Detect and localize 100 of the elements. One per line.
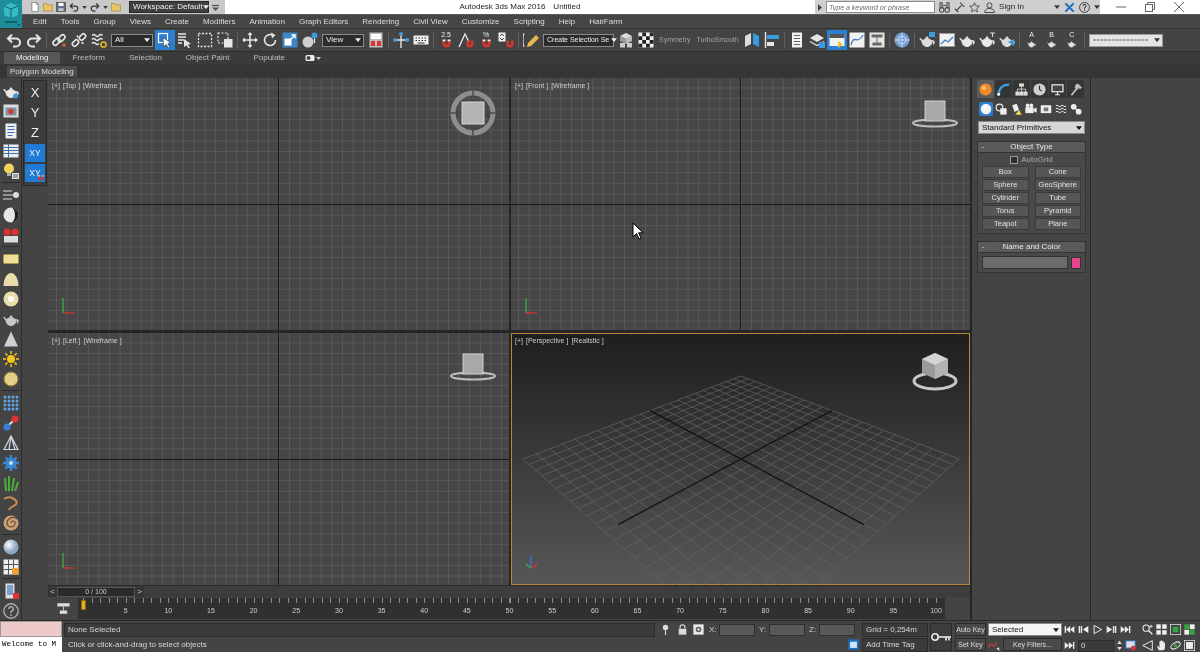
panel-tab[interactable] xyxy=(1013,80,1030,98)
rectangle-icon[interactable] xyxy=(2,251,19,267)
user-icon[interactable] xyxy=(984,1,996,13)
crosshair-icon[interactable] xyxy=(391,30,411,50)
film-camera-icon[interactable] xyxy=(2,227,19,243)
skip-start-icon[interactable] xyxy=(1064,624,1075,635)
molecule-icon[interactable] xyxy=(2,415,19,431)
rollout-header[interactable]: - Name and Color xyxy=(978,242,1085,253)
rollout-header[interactable]: - Object Type xyxy=(978,142,1085,153)
teapot-icon[interactable] xyxy=(976,30,997,50)
moon-icon[interactable] xyxy=(2,207,19,223)
triangle-icon[interactable] xyxy=(1142,640,1153,651)
skip-end-icon[interactable] xyxy=(1120,624,1131,635)
undo-icon[interactable] xyxy=(69,2,79,12)
circle-icon[interactable] xyxy=(2,371,19,387)
chart-window-icon[interactable] xyxy=(936,30,957,50)
dropdown[interactable]: All xyxy=(111,33,153,47)
name-field[interactable] xyxy=(982,256,1068,269)
sun-icon[interactable] xyxy=(2,351,19,367)
panel-title[interactable]: Polygon Modeling xyxy=(7,65,77,77)
menu-item[interactable]: Animation xyxy=(242,16,292,27)
menu-item[interactable]: Views xyxy=(122,16,158,27)
lock-icon[interactable] xyxy=(676,624,688,635)
menu-item[interactable]: Tools xyxy=(53,16,87,27)
panel-tab[interactable] xyxy=(1031,80,1048,98)
fast-forward-icon[interactable] xyxy=(1064,640,1075,651)
previous-frame-button[interactable]: < xyxy=(48,586,57,597)
caret-icon[interactable] xyxy=(1094,5,1100,9)
ribbon-icon[interactable] xyxy=(826,30,847,50)
ring-icon[interactable] xyxy=(2,291,19,307)
key-button[interactable] xyxy=(930,623,952,651)
collapse-toggle[interactable]: - xyxy=(978,142,988,152)
menu-item[interactable]: Scripting xyxy=(506,16,552,27)
gear-icon[interactable] xyxy=(2,455,19,471)
pencil-icon[interactable] xyxy=(521,30,541,50)
window-icon[interactable] xyxy=(1125,640,1136,651)
spiral-icon[interactable] xyxy=(2,515,19,531)
menu-item[interactable]: Graph Editors xyxy=(291,16,356,27)
checkered-squares-icon[interactable] xyxy=(1184,624,1195,635)
spotlight-icon[interactable] xyxy=(1009,102,1023,116)
coordinate-field[interactable] xyxy=(819,623,855,636)
coordinate-field[interactable] xyxy=(719,623,755,636)
panel-tab[interactable] xyxy=(977,80,994,98)
next-frame-button[interactable]: > xyxy=(135,586,144,597)
menu-item[interactable]: HairFarm xyxy=(582,16,630,27)
dropdown[interactable] xyxy=(1088,33,1163,47)
dashed-square-icon[interactable] xyxy=(195,30,215,50)
sphere-pin-icon[interactable] xyxy=(300,30,320,50)
sphere-icon[interactable] xyxy=(2,539,19,555)
resize-icon[interactable] xyxy=(280,30,300,50)
menu-item[interactable]: Group xyxy=(86,16,123,27)
caret-icon[interactable] xyxy=(212,3,219,11)
redo-icon[interactable] xyxy=(90,2,100,12)
cursor-icon[interactable] xyxy=(155,30,175,50)
view-cube-icon[interactable] xyxy=(912,351,958,391)
sign-in-link[interactable]: Sign In xyxy=(999,2,1024,12)
view-cube-icon[interactable] xyxy=(450,90,496,136)
teapot-icon[interactable] xyxy=(916,30,937,50)
window-icon[interactable] xyxy=(848,639,859,650)
dropdown[interactable]: Selected xyxy=(988,623,1062,636)
picture-icon[interactable] xyxy=(2,103,19,119)
panel-tab[interactable] xyxy=(1049,80,1066,98)
page-icon[interactable] xyxy=(30,2,40,12)
overlapping-squares-icon[interactable] xyxy=(215,30,235,50)
ribbon-tab[interactable]: Object Paint xyxy=(173,52,242,64)
linked-circles-icon[interactable] xyxy=(1069,102,1083,116)
add-time-tag-button[interactable]: Add Time Tag xyxy=(862,637,928,652)
toggle-icon[interactable] xyxy=(305,55,321,61)
table-icon[interactable] xyxy=(2,143,19,159)
previous-frame-icon[interactable] xyxy=(1078,624,1089,635)
collapse-toggle[interactable]: - xyxy=(978,242,988,252)
frame-field[interactable]: 0 xyxy=(1078,639,1114,652)
menu-item[interactable]: Help xyxy=(551,16,583,27)
box-icon[interactable] xyxy=(1039,102,1053,116)
caret-icon[interactable] xyxy=(82,5,87,9)
dots-icon[interactable] xyxy=(2,395,19,411)
hand-icon[interactable] xyxy=(1156,640,1167,651)
caret-icon[interactable] xyxy=(818,3,822,11)
wave-icon[interactable] xyxy=(1054,102,1068,116)
dropdown[interactable]: Standard Primitives xyxy=(978,121,1085,134)
restore-icon[interactable] xyxy=(1145,2,1155,12)
cross-icon[interactable] xyxy=(1064,1,1075,13)
axis-button[interactable]: Y xyxy=(25,104,45,122)
binoculars-icon[interactable] xyxy=(939,1,951,13)
ribbon-tab[interactable]: Populate xyxy=(241,52,297,64)
sphere-icon[interactable] xyxy=(979,102,993,116)
four-squares-icon[interactable] xyxy=(1156,624,1167,635)
dropdown[interactable]: View xyxy=(322,33,364,47)
menu-item[interactable]: Create xyxy=(157,16,196,27)
spinner-icon[interactable] xyxy=(1117,640,1122,651)
axis-button[interactable]: XY xyxy=(25,164,45,182)
satellite-icon[interactable] xyxy=(954,1,966,13)
ribbon-tab[interactable]: Modeling xyxy=(4,52,61,64)
move-icon[interactable] xyxy=(240,30,260,50)
play-icon[interactable] xyxy=(1092,624,1103,635)
menu-item[interactable]: Customize xyxy=(454,16,507,27)
bulb-icon[interactable] xyxy=(2,163,19,179)
framed-square-icon[interactable] xyxy=(1170,624,1181,635)
menu-item[interactable]: Modifiers xyxy=(195,16,243,27)
angle-magnet-icon[interactable] xyxy=(456,30,476,50)
